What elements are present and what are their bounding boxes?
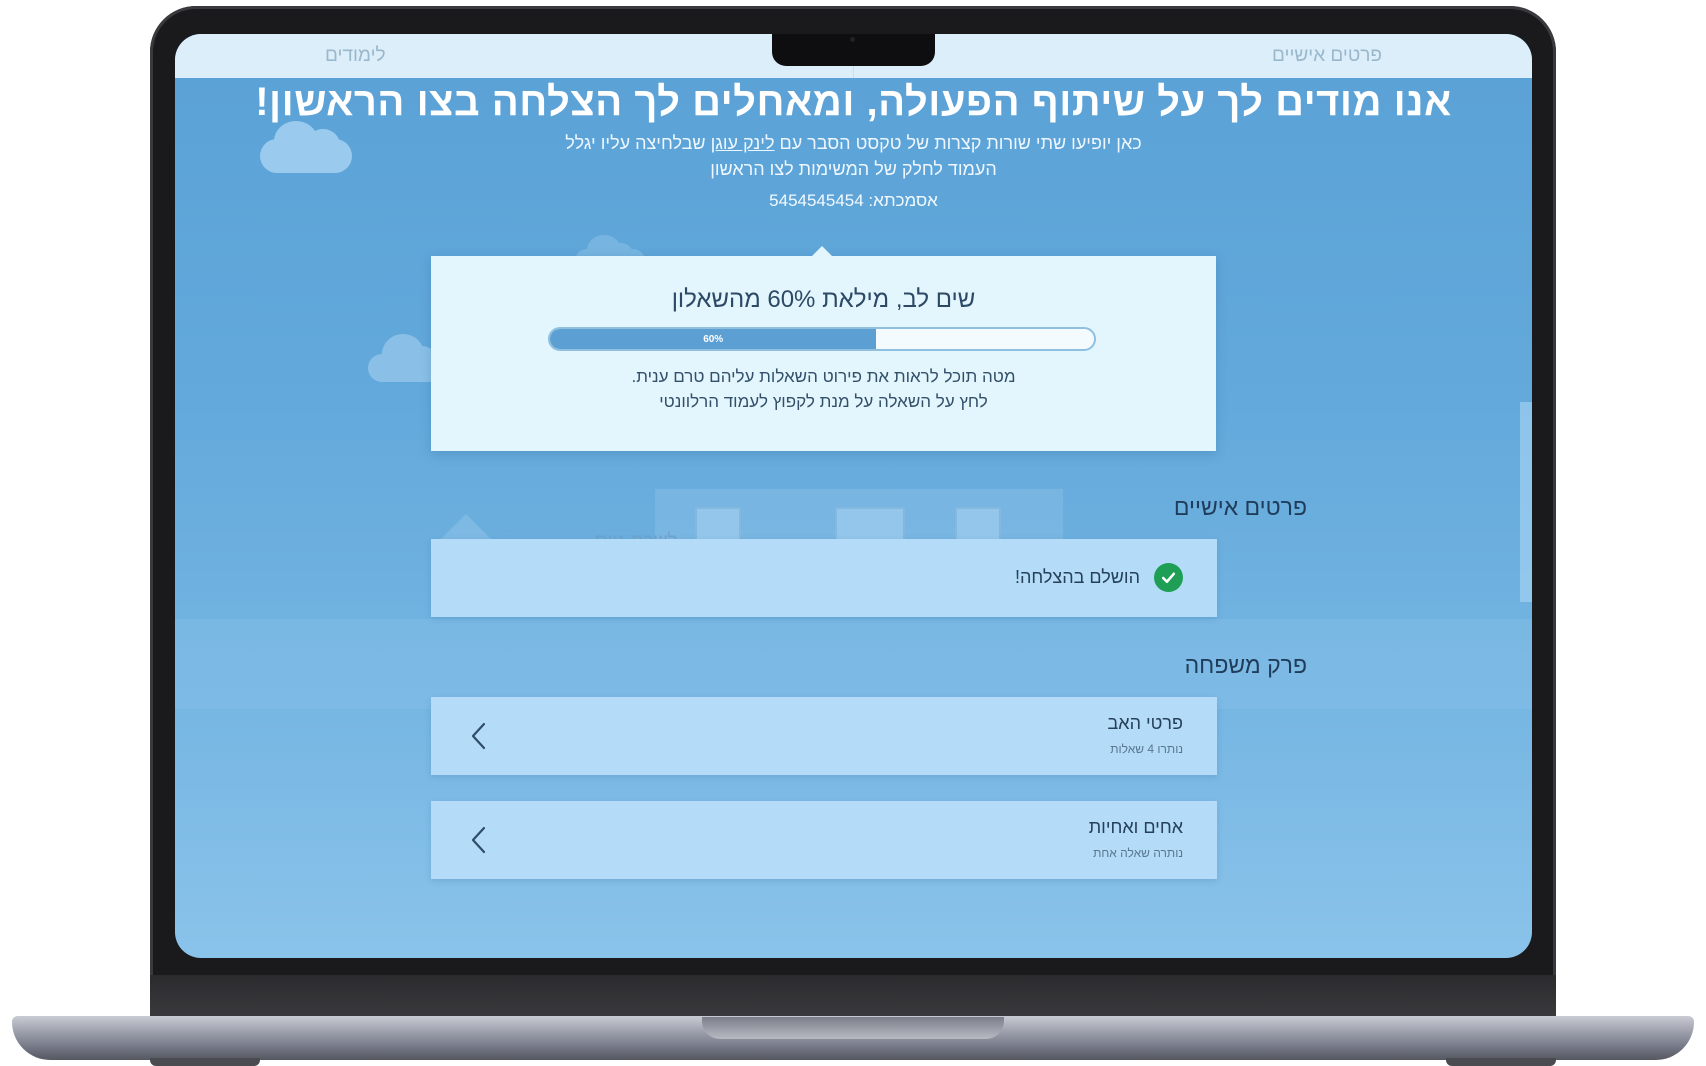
progress-card: שים לב, מילאת 60% מהשאלון 60% מטה תוכל ל… [431, 246, 1216, 451]
anchor-link[interactable]: לינק עוגן [711, 133, 775, 153]
checkmark-icon [1161, 572, 1176, 584]
question-row-title: פרטי האב [1107, 713, 1184, 733]
progress-note-line2: לחץ על השאלה על מנת לקפוץ לעמוד הרלוונטי [659, 392, 988, 411]
check-circle-icon [1154, 563, 1183, 592]
success-status-text: הושלם בהצלחה! [1014, 567, 1140, 587]
reference-number: אסמכתא: 5454545454 [769, 191, 938, 210]
intro-text-part: שבלחיצה עליו יגלל [565, 133, 711, 153]
chevron-left-icon[interactable] [465, 825, 495, 855]
intro-text-part: כאן יופיעו שתי שורות קצרות של טקסט הסבר … [774, 133, 1142, 153]
question-row-title: אחים ואחיות [1088, 817, 1183, 837]
background-panel-edge [1520, 402, 1532, 602]
page-title: אנו מודים לך על שיתוף הפעולה, ומאחלים לך… [255, 80, 1452, 124]
question-row-subtitle: נותרו 4 שאלות [1110, 742, 1183, 756]
section-title-personal: פרטים אישיים [1173, 494, 1307, 520]
intro-text-line1: כאן יופיעו שתי שורות קצרות של טקסט הסבר … [175, 130, 1532, 156]
background-ground [175, 619, 1532, 709]
screen: לשכת גיוס פרטים אישיים לימודים אנו מודים… [175, 34, 1532, 958]
tab-personal-details[interactable]: פרטים אישיים [853, 34, 1532, 78]
section-title-family: פרק משפחה [1184, 652, 1307, 678]
question-row-subtitle: נותרה שאלה אחת [1093, 846, 1183, 860]
progress-title: שים לב, מילאת 60% מהשאלון [671, 286, 976, 313]
laptop-foot [1446, 1058, 1556, 1066]
laptop-hinge [150, 975, 1556, 1017]
camera-icon [850, 37, 855, 42]
laptop-foot [150, 1058, 260, 1066]
progress-bar-fill: 60% [550, 329, 877, 349]
camera-notch [772, 34, 935, 66]
laptop-opening-groove [702, 1017, 1004, 1039]
question-row-siblings[interactable]: אחים ואחיות נותרה שאלה אחת [431, 801, 1217, 879]
success-status: הושלם בהצלחה! [1015, 563, 1183, 592]
intro-text-line2: העמוד לחלק של המשימות לצו הראשון [710, 159, 997, 179]
progress-bar-label: 60% [703, 333, 724, 345]
progress-note: מטה תוכל לראות את פירוט השאלות עליהם טרם… [431, 364, 1216, 414]
progress-note-line1: מטה תוכל לראות את פירוט השאלות עליהם טרם… [631, 367, 1016, 386]
tab-studies[interactable]: לימודים [175, 34, 853, 78]
progress-bar: 60% [548, 327, 1096, 351]
question-row-father[interactable]: פרטי האב נותרו 4 שאלות [431, 697, 1217, 775]
intro-text: כאן יופיעו שתי שורות קצרות של טקסט הסבר … [175, 130, 1532, 182]
personal-status-row: הושלם בהצלחה! [431, 539, 1217, 617]
chevron-left-icon[interactable] [465, 721, 495, 751]
